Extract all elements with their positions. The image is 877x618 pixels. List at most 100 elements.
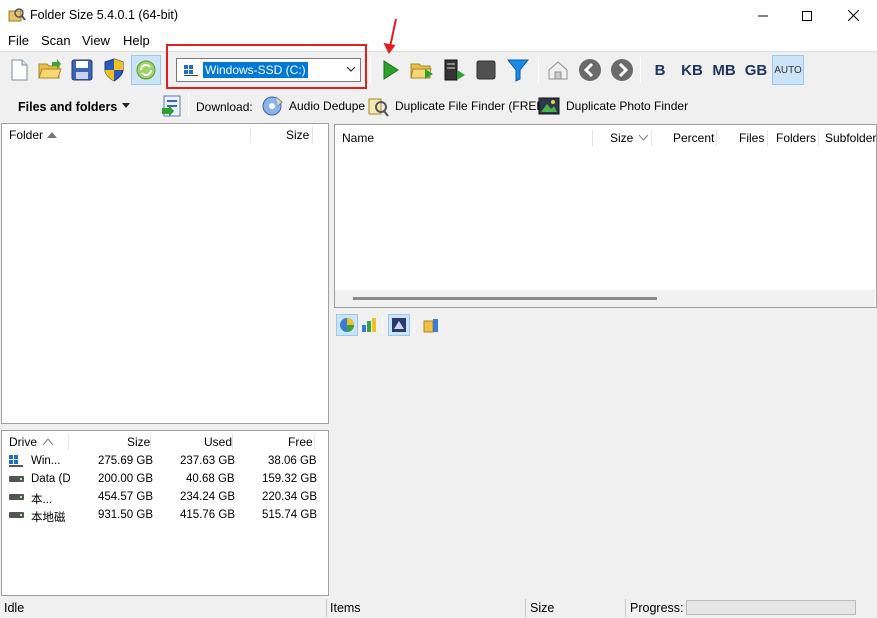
menu-scan[interactable]: Scan bbox=[41, 33, 71, 48]
status-state: Idle bbox=[4, 601, 25, 615]
drive-free: 220.34 GB bbox=[262, 491, 317, 503]
column-header-drive[interactable]: Drive bbox=[9, 431, 54, 453]
home-icon bbox=[548, 61, 568, 80]
download-duplicate-file-finder[interactable]: Duplicate File Finder (FREE) bbox=[366, 94, 548, 118]
unit-b-button[interactable]: B bbox=[648, 55, 672, 85]
forward-button[interactable] bbox=[607, 55, 637, 85]
unit-kb-button[interactable]: KB bbox=[676, 55, 708, 85]
scrollbar-thumb[interactable] bbox=[353, 297, 657, 300]
column-divider bbox=[651, 130, 652, 146]
window-title: Folder Size 5.4.0.1 (64-bit) bbox=[30, 8, 178, 22]
drive-row[interactable]: 本... 454.57 GB 234.24 GB 220.34 GB bbox=[2, 489, 328, 507]
minimize-icon bbox=[758, 15, 768, 16]
files-list-panel[interactable]: Name Size Percent Files Folders Subfolde… bbox=[334, 124, 877, 308]
drive-name: Data (D bbox=[31, 473, 71, 485]
column-divider bbox=[68, 434, 69, 450]
stop-button[interactable] bbox=[471, 55, 501, 85]
audio-dedupe-icon bbox=[262, 96, 283, 116]
column-header-files[interactable]: Files bbox=[739, 127, 764, 149]
close-icon bbox=[847, 10, 859, 21]
progress-bar bbox=[686, 600, 856, 615]
bar-chart-icon bbox=[362, 318, 376, 332]
view-mode-dropdown[interactable]: Files and folders bbox=[18, 100, 117, 114]
drive-select[interactable]: Windows-SSD (C:) bbox=[176, 58, 361, 82]
column-header-free[interactable]: Free bbox=[288, 431, 313, 453]
menu-file[interactable]: File bbox=[8, 33, 29, 48]
disk-drive-icon bbox=[9, 512, 24, 518]
sort-ascending-icon bbox=[43, 439, 54, 445]
folder-tree-panel[interactable]: Folder Size bbox=[1, 123, 329, 424]
unit-mb-button[interactable]: MB bbox=[708, 55, 740, 85]
open-button[interactable] bbox=[35, 55, 65, 85]
chart-folders-button[interactable] bbox=[420, 314, 442, 336]
column-divider bbox=[250, 127, 251, 143]
menu-help[interactable]: Help bbox=[123, 33, 150, 48]
scan-button[interactable] bbox=[375, 55, 405, 85]
red-arrow-annotation bbox=[383, 18, 397, 54]
chart-3d-button[interactable] bbox=[388, 314, 410, 336]
admin-button[interactable] bbox=[99, 55, 129, 85]
shield-icon bbox=[104, 58, 124, 82]
column-header-folders[interactable]: Folders bbox=[776, 127, 816, 149]
toolbar-divider bbox=[370, 57, 371, 83]
drives-panel[interactable]: Drive Size Used Free Win... 275.69 GB 23… bbox=[1, 430, 329, 596]
status-divider bbox=[625, 599, 626, 617]
duplicate-file-icon bbox=[368, 98, 389, 117]
pie-chart-button[interactable] bbox=[336, 314, 358, 336]
play-icon bbox=[383, 60, 399, 80]
scan-computer-button[interactable] bbox=[439, 55, 469, 85]
toolbar-divider bbox=[414, 316, 415, 334]
column-divider bbox=[716, 130, 717, 146]
status-bar: Idle Items Size Progress: bbox=[0, 598, 877, 618]
drive-row[interactable]: Win... 275.69 GB 237.63 GB 38.06 GB bbox=[2, 453, 328, 471]
auto-refresh-button[interactable] bbox=[131, 55, 161, 85]
drive-name: 本地磁 bbox=[31, 512, 66, 524]
close-button[interactable] bbox=[830, 0, 876, 31]
secondary-toolbar: Files and folders Download: Audio Dedupe… bbox=[0, 89, 877, 122]
maximize-button[interactable] bbox=[784, 0, 830, 31]
column-divider bbox=[592, 130, 593, 146]
filter-icon bbox=[507, 59, 529, 82]
column-divider bbox=[314, 434, 315, 450]
unit-gb-button[interactable]: GB bbox=[740, 55, 772, 85]
unit-auto-button[interactable]: AUTO bbox=[772, 55, 804, 85]
new-button[interactable] bbox=[4, 55, 34, 85]
save-button[interactable] bbox=[67, 55, 97, 85]
drive-row[interactable]: Data (D 200.00 GB 40.68 GB 159.32 GB bbox=[2, 471, 328, 489]
download-audio-dedupe-label: Audio Dedupe bbox=[289, 99, 366, 113]
column-divider bbox=[818, 130, 819, 146]
column-header-percent[interactable]: Percent bbox=[673, 127, 714, 149]
download-duplicate-photo-finder[interactable]: Duplicate Photo Finder bbox=[537, 94, 688, 118]
drive-name: Win... bbox=[31, 455, 61, 467]
column-header-size[interactable]: Size bbox=[286, 124, 309, 146]
chart-3d-icon bbox=[392, 318, 406, 332]
minimize-button[interactable] bbox=[740, 0, 786, 31]
download-audio-dedupe[interactable]: Audio Dedupe bbox=[260, 94, 365, 118]
status-size: Size bbox=[530, 601, 555, 615]
pie-chart-icon bbox=[340, 318, 354, 332]
column-header-size[interactable]: Size bbox=[610, 127, 649, 149]
folder-chart-icon bbox=[423, 319, 438, 333]
bar-chart-button[interactable] bbox=[358, 314, 380, 336]
report-icon bbox=[162, 95, 181, 117]
column-header-name[interactable]: Name bbox=[342, 127, 374, 149]
drive-row[interactable]: 本地磁 931.50 GB 415.76 GB 515.74 GB bbox=[2, 507, 328, 525]
toolbar-divider bbox=[188, 93, 189, 117]
toolbar-divider bbox=[382, 316, 383, 334]
windows-drive-icon bbox=[9, 455, 23, 467]
column-header-size[interactable]: Size bbox=[127, 431, 150, 453]
column-header-used[interactable]: Used bbox=[204, 431, 232, 453]
horizontal-scrollbar[interactable] bbox=[335, 290, 875, 307]
drive-select-value: Windows-SSD (C:) bbox=[202, 61, 309, 79]
scan-folder-button[interactable] bbox=[407, 55, 437, 85]
filter-button[interactable] bbox=[503, 55, 533, 85]
back-button[interactable] bbox=[575, 55, 605, 85]
column-header-folder[interactable]: Folder bbox=[9, 124, 58, 146]
report-button[interactable] bbox=[160, 94, 184, 118]
column-header-subfolders[interactable]: Subfolders bbox=[825, 127, 877, 149]
chevron-down-icon bbox=[346, 66, 356, 72]
menu-view[interactable]: View bbox=[82, 33, 110, 48]
home-button[interactable] bbox=[543, 55, 573, 85]
chart-toolbar bbox=[335, 312, 875, 338]
column-divider bbox=[232, 434, 233, 450]
